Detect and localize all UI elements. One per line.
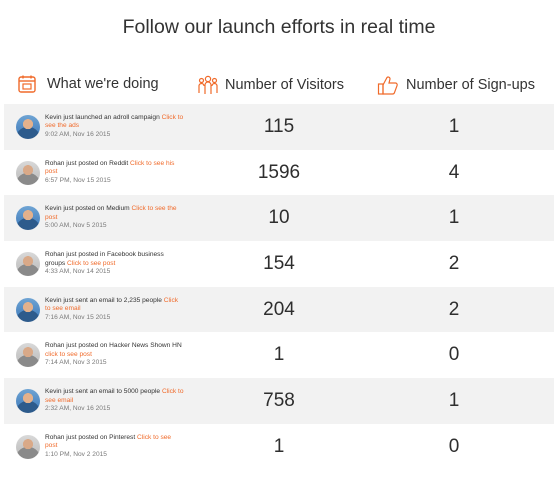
calendar-icon	[17, 74, 37, 94]
visitors-count: 1	[273, 435, 285, 457]
activity-link[interactable]: click to see post	[45, 351, 92, 358]
avatar	[16, 297, 40, 322]
signups-count: 4	[448, 161, 460, 183]
signups-count: 2	[448, 298, 460, 320]
activity-link[interactable]: Click to see post	[67, 260, 115, 267]
activity-description: Kevin just sent an email to 2,235 people	[45, 296, 164, 304]
signups-count: 0	[448, 435, 460, 457]
activity-description: Kevin just posted on Medium	[45, 205, 132, 213]
header-signups-label: Number of Sign-ups	[406, 77, 535, 93]
visitors-count: 10	[268, 207, 290, 229]
activity-timestamp: 9:02 AM, Nov 16 2015	[45, 131, 111, 139]
thumbs-up-icon	[377, 74, 399, 96]
activity-timestamp: 2:32 AM, Nov 16 2015	[45, 405, 111, 413]
activity-timestamp: 7:16 AM, Nov 15 2015	[45, 313, 111, 321]
header-doing-label: What we're doing	[47, 76, 159, 92]
activity-description: Rohan just posted on Pinterest	[45, 433, 138, 441]
activity-text: Kevin just posted on Medium Click to see…	[45, 205, 185, 231]
avatar	[16, 206, 40, 231]
table-row: Kevin just sent an email to 2,235 people…	[4, 286, 554, 333]
table-row: Rohan just posted on Hacker News Shown H…	[4, 332, 554, 378]
page-title: Follow our launch efforts in real time	[122, 16, 436, 38]
visitors-count: 115	[263, 115, 295, 137]
activity-table: Kevin just launched an adroll campaign C…	[4, 104, 554, 470]
signups-count: 1	[448, 115, 460, 137]
table-row: Kevin just posted on Medium Click to see…	[4, 195, 554, 242]
avatar	[16, 114, 40, 139]
signups-count: 1	[448, 207, 460, 229]
activity-timestamp: 4:33 AM, Nov 14 2015	[45, 268, 111, 276]
activity-description: Kevin just launched an adroll campaign	[45, 113, 162, 121]
activity-timestamp: 7:14 AM, Nov 3 2015	[45, 359, 107, 367]
visitors-count: 1	[273, 344, 285, 366]
activity-text: Kevin just sent an email to 2,235 people…	[45, 297, 185, 323]
visitors-count: 204	[263, 298, 295, 320]
header-visitors-label: Number of Visitors	[225, 77, 344, 93]
table-row: Kevin just launched an adroll campaign C…	[4, 104, 554, 150]
activity-description: Rohan just posted on Hacker News Shown H…	[45, 342, 182, 350]
activity-timestamp: 5:00 AM, Nov 5 2015	[45, 222, 107, 230]
header-visitors: Number of Visitors	[197, 74, 344, 96]
people-icon	[197, 74, 219, 96]
avatar	[16, 251, 40, 276]
activity-text: Rohan just posted on Reddit Click to see…	[45, 160, 185, 186]
table-row: Rohan just posted on Pinterest Click to …	[4, 424, 554, 470]
activity-timestamp: 1:10 PM, Nov 2 2015	[45, 450, 107, 458]
header-doing: What we're doing	[17, 74, 159, 94]
activity-description: Kevin just sent an email to 5000 people	[45, 388, 162, 396]
activity-description: Rohan just posted on Reddit	[45, 159, 131, 167]
signups-count: 1	[448, 389, 460, 411]
table-row: Rohan just posted on Reddit Click to see…	[4, 150, 554, 196]
visitors-count: 758	[263, 389, 295, 411]
table-header: What we're doing Number of Visitors Numb…	[0, 74, 558, 100]
table-row: Rohan just posted in Facebook business g…	[4, 241, 554, 287]
activity-text: Rohan just posted on Pinterest Click to …	[45, 434, 185, 460]
avatar	[16, 388, 40, 413]
avatar	[16, 160, 40, 185]
avatar	[16, 343, 40, 368]
signups-count: 0	[448, 344, 460, 366]
activity-text: Kevin just launched an adroll campaign C…	[45, 114, 185, 140]
signups-count: 2	[448, 252, 460, 274]
header-signups: Number of Sign-ups	[377, 74, 535, 96]
activity-timestamp: 6:57 PM, Nov 15 2015	[45, 176, 111, 184]
avatar	[16, 434, 40, 459]
visitors-count: 1596	[257, 161, 301, 183]
table-row: Kevin just sent an email to 5000 people …	[4, 378, 554, 424]
activity-text: Kevin just sent an email to 5000 people …	[45, 388, 185, 414]
visitors-count: 154	[263, 252, 295, 274]
activity-text: Rohan just posted in Facebook business g…	[45, 251, 185, 277]
activity-text: Rohan just posted on Hacker News Shown H…	[45, 342, 185, 368]
